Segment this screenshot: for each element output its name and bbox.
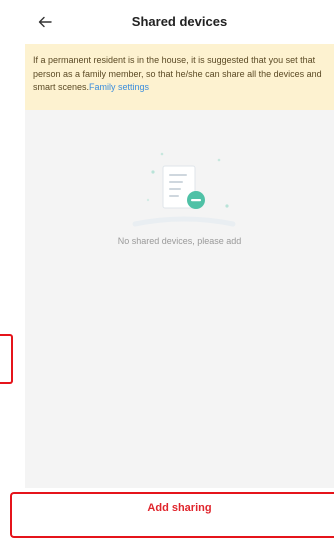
family-notice-banner: If a permanent resident is in the house,… [25, 44, 334, 110]
annotation-highlight-add-sharing [10, 492, 334, 538]
family-settings-link[interactable]: Family settings [89, 82, 149, 92]
top-bar: Shared devices [25, 0, 334, 44]
document-minus-icon [132, 152, 236, 227]
annotation-highlight-left [0, 334, 13, 384]
shared-devices-screen: Shared devices If a permanent resident i… [25, 0, 334, 539]
page-title: Shared devices [131, 14, 228, 29]
empty-state-illustration [129, 140, 239, 230]
notice-text: If a permanent resident is in the house,… [33, 55, 322, 92]
empty-state-message: No shared devices, please add [117, 236, 242, 246]
